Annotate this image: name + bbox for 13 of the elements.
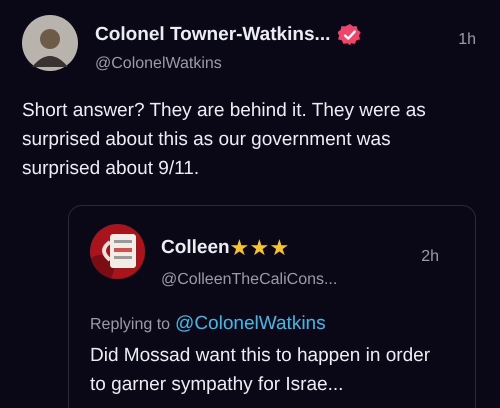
avatar[interactable] <box>22 15 78 71</box>
mention-link[interactable]: @ColonelWatkins <box>175 310 326 338</box>
author-name[interactable]: Colleen <box>161 236 230 260</box>
author-handle[interactable]: @ColleenTheCaliCons... <box>161 270 431 290</box>
post-time: 2h <box>421 247 439 267</box>
author-name[interactable]: Colonel Towner-Watkins... <box>95 23 330 47</box>
star-emoji-icon: ★★★ <box>230 237 290 259</box>
author-handle[interactable]: @ColonelWatkins <box>95 54 476 74</box>
post-time: 1h <box>458 30 476 50</box>
quoted-post-text: Did Mossad want this to happen in order to garner sympathy for Israe... <box>90 344 431 396</box>
quoted-post-card[interactable]: Colleen★★★ 2h @ColleenTheCaliCons... Replying to @ColonelWatkins Did Mossad want this to happen in order to garner sympathy for Israe... <box>68 205 476 408</box>
post-text: Short answer? They are behind it. They were as surprised about this as our government was surprised about 9/11. <box>22 99 427 181</box>
replying-label: Replying to <box>90 315 170 335</box>
